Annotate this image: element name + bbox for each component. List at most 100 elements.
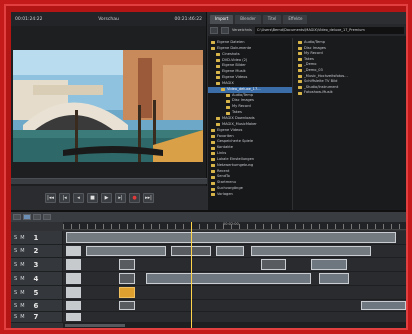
back-button[interactable] [210, 26, 218, 34]
ruler-tick [199, 224, 200, 229]
timeline-clip[interactable] [261, 259, 286, 270]
go-to-start-button[interactable]: |◂◂ [45, 193, 56, 203]
timeline-clip[interactable] [119, 273, 135, 284]
ruler-tick [223, 224, 224, 229]
timeline-clip[interactable] [119, 259, 135, 270]
timeline-mode-button[interactable] [13, 214, 21, 220]
solo-button[interactable]: S [14, 314, 17, 320]
ruler-tick [303, 224, 304, 229]
playhead[interactable] [191, 222, 192, 328]
ruler-tick [159, 224, 160, 229]
ruler-tick [295, 224, 296, 229]
path-bar: Verzeichnis C:\Users\Bernd\Documents\MAG… [208, 24, 406, 36]
scene-overview-button[interactable] [33, 214, 41, 220]
forward-button[interactable] [221, 26, 229, 34]
solo-button[interactable]: S [14, 303, 17, 309]
track-header: SM 4 [11, 272, 63, 285]
mute-button[interactable]: M [20, 303, 24, 309]
tree-item[interactable]: Vorlagen [208, 192, 292, 198]
mute-button[interactable]: M [20, 290, 24, 296]
solo-button[interactable]: S [14, 262, 17, 268]
track-number: 1 [33, 233, 39, 242]
ruler-tick [263, 224, 264, 229]
folder-icon [211, 129, 215, 133]
preview-timecode-right: 00:21:46:22 [174, 16, 202, 22]
timeline-clip[interactable] [66, 232, 396, 243]
stop-button[interactable]: ■ [87, 193, 98, 203]
timeline-clip[interactable] [66, 287, 81, 298]
track-header: SM 5 [11, 286, 63, 299]
preview-scrub-bar[interactable] [11, 178, 207, 184]
mute-button[interactable]: M [20, 262, 24, 268]
timeline-clip[interactable] [216, 246, 244, 256]
timeline-clip[interactable] [311, 259, 347, 270]
folder-icon [298, 41, 302, 45]
ruler-tick [143, 224, 144, 229]
mouse-mode-button[interactable] [43, 214, 51, 220]
timeline-scrollbar[interactable] [63, 323, 406, 328]
track-7: SM 7 [11, 312, 406, 323]
timeline-clip[interactable] [66, 301, 81, 310]
track-2: SM 2 [11, 245, 406, 258]
go-to-end-button[interactable]: ▸▸| [143, 193, 154, 203]
folder-icon [211, 47, 215, 51]
mute-button[interactable]: M [20, 235, 24, 241]
timeline-clip[interactable] [319, 273, 349, 284]
folder-icon [216, 76, 220, 80]
folder-icon [298, 52, 302, 56]
play-button[interactable]: ▶ [101, 193, 112, 203]
track-header: SM 2 [11, 245, 63, 257]
tab-import[interactable]: Import [210, 15, 234, 24]
record-button[interactable]: ● [129, 193, 140, 203]
timeline-clip[interactable] [251, 246, 371, 256]
scrollbar-thumb[interactable] [65, 324, 125, 327]
folder-tree: Eigene Dateien Eigene Dokumente Cineshots D… [208, 38, 293, 210]
ruler-tick [343, 224, 344, 229]
tab-effekte[interactable]: Effekte [283, 15, 308, 24]
track-number: 6 [33, 301, 39, 310]
storyboard-mode-button[interactable] [23, 214, 31, 220]
track-number: 3 [33, 260, 39, 269]
mute-button[interactable]: M [20, 314, 24, 320]
media-browser: Import Blender Titel Effekte Verzeichnis… [208, 12, 406, 210]
folder-icon [226, 94, 230, 98]
folder-icon [211, 193, 215, 197]
ruler-tick [391, 224, 392, 229]
folder-icon [216, 123, 220, 127]
path-field[interactable]: C:\Users\Bernd\Documents\MAGIX\Video_del… [254, 26, 404, 34]
solo-button[interactable]: S [14, 290, 17, 296]
solo-button[interactable]: S [14, 235, 17, 241]
file-item[interactable]: Fotoshow-Musik [298, 90, 406, 96]
step-back-button[interactable]: ◂ [73, 193, 84, 203]
tree-item-label: Vorlagen [217, 191, 233, 196]
folder-icon [211, 158, 215, 162]
ruler-tick [119, 224, 120, 229]
timeline-clip[interactable] [66, 273, 81, 284]
window-frame: 00:01:24:22 Vorschau 00:21:46:22 |◂◂ |◂ … [4, 4, 408, 330]
next-marker-button[interactable]: ▸| [115, 193, 126, 203]
timeline-ruler[interactable]: 00:02:00 [63, 222, 406, 230]
timeline-clip[interactable] [119, 287, 135, 298]
ruler-tick [183, 224, 184, 229]
solo-button[interactable]: S [14, 276, 17, 282]
timeline-clip[interactable] [146, 273, 311, 284]
timeline-clip[interactable] [66, 246, 81, 256]
ruler-tick [151, 224, 152, 229]
previous-marker-button[interactable]: |◂ [59, 193, 70, 203]
tab-titel[interactable]: Titel [262, 15, 282, 24]
timeline-clip[interactable] [361, 301, 406, 310]
folder-icon [216, 82, 220, 86]
timeline-clip[interactable] [66, 259, 81, 270]
mute-button[interactable]: M [20, 248, 24, 254]
timeline-clip[interactable] [66, 313, 81, 321]
tab-blender[interactable]: Blender [235, 15, 261, 24]
folder-icon [298, 91, 302, 95]
timeline-clip[interactable] [86, 246, 166, 256]
preview-header: 00:01:24:22 Vorschau 00:21:46:22 [11, 12, 206, 26]
folder-icon [216, 64, 220, 68]
timeline-clip[interactable] [119, 301, 135, 310]
solo-button[interactable]: S [14, 248, 17, 254]
mute-button[interactable]: M [20, 276, 24, 282]
folder-icon [226, 105, 230, 109]
track-header: SM 3 [11, 258, 63, 271]
